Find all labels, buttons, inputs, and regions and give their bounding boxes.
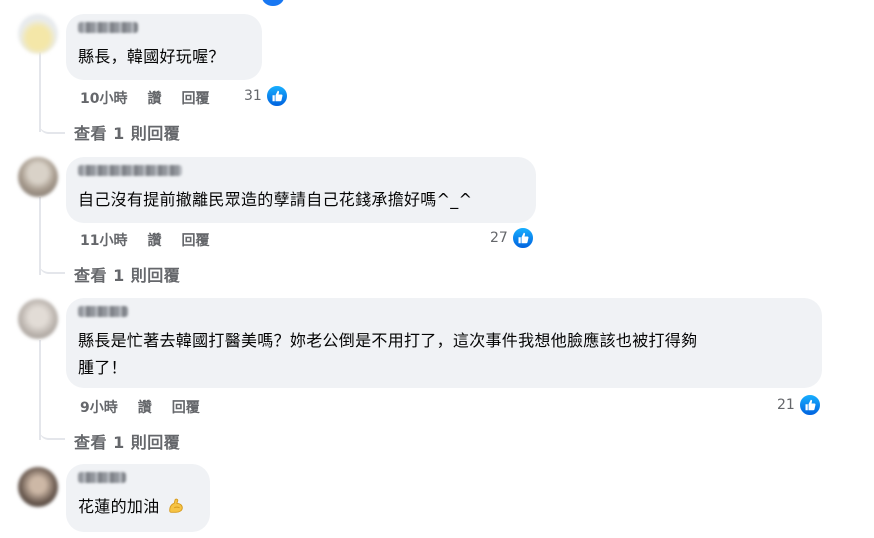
timestamp[interactable]: 10小時 (80, 88, 127, 108)
like-count: 31 (244, 88, 262, 104)
thumbs-up-icon (510, 226, 535, 250)
comment-actions: 9小時 讚 回覆 (80, 397, 220, 417)
comment-bubble: 縣長，韓國好玩喔？ (66, 14, 262, 80)
author-name[interactable] (78, 165, 182, 176)
timestamp[interactable]: 11小時 (80, 230, 127, 250)
comment-text: 自己沒有提前撤離民眾造的孽請自己花錢承擔好嗎^_^ (78, 190, 473, 209)
reaction-count[interactable]: 31 (244, 84, 289, 108)
avatar[interactable] (18, 299, 58, 339)
reply-button[interactable]: 回覆 (181, 88, 209, 108)
reply-button[interactable]: 回覆 (172, 397, 200, 417)
comment-actions: 11小時 讚 回覆 (80, 230, 229, 250)
thumbs-up-icon (797, 393, 822, 417)
comment-text-content: 花蓮的加油 (78, 497, 160, 516)
thread-connector (39, 414, 65, 440)
reaction-count[interactable]: 27 (490, 226, 535, 250)
avatar[interactable] (18, 14, 58, 54)
comment-text-line-1: 縣長是忙著去韓國打醫美嗎？妳老公倒是不用打了，這次事件我想他臉應該也被打得夠 (78, 331, 698, 350)
flexed-biceps-icon (169, 498, 183, 513)
avatar[interactable] (18, 157, 58, 197)
reaction-count[interactable]: 21 (777, 393, 822, 417)
avatar[interactable] (18, 467, 58, 507)
view-replies-link[interactable]: 查看 1 則回覆 (74, 429, 180, 453)
comment-bubble: 花蓮的加油 (66, 464, 210, 532)
like-count: 27 (490, 230, 508, 246)
comment-bubble: 自己沒有提前撤離民眾造的孽請自己花錢承擔好嗎^_^ (66, 157, 536, 223)
comment-text-line-2: 腫了！ (78, 358, 127, 377)
like-button[interactable]: 讚 (147, 230, 161, 250)
author-name[interactable] (78, 22, 138, 33)
like-icon-partial (262, 0, 284, 6)
timestamp[interactable]: 9小時 (80, 397, 118, 417)
comment-actions: 10小時 讚 回覆 (80, 88, 229, 108)
comment-bubble: 縣長是忙著去韓國打醫美嗎？妳老公倒是不用打了，這次事件我想他臉應該也被打得夠 腫… (66, 298, 822, 388)
like-count: 21 (777, 397, 795, 413)
view-replies-link[interactable]: 查看 1 則回覆 (74, 262, 180, 286)
author-name[interactable] (78, 306, 128, 317)
author-name[interactable] (78, 472, 126, 483)
thread-connector (39, 108, 65, 134)
like-button[interactable]: 讚 (138, 397, 152, 417)
reply-button[interactable]: 回覆 (181, 230, 209, 250)
like-button[interactable]: 讚 (147, 88, 161, 108)
thread-connector (39, 248, 65, 274)
view-replies-link[interactable]: 查看 1 則回覆 (74, 120, 180, 144)
comment-text: 縣長，韓國好玩喔？ (78, 47, 225, 66)
comment-text: 花蓮的加油 (78, 493, 198, 520)
thumbs-up-icon (264, 84, 289, 108)
